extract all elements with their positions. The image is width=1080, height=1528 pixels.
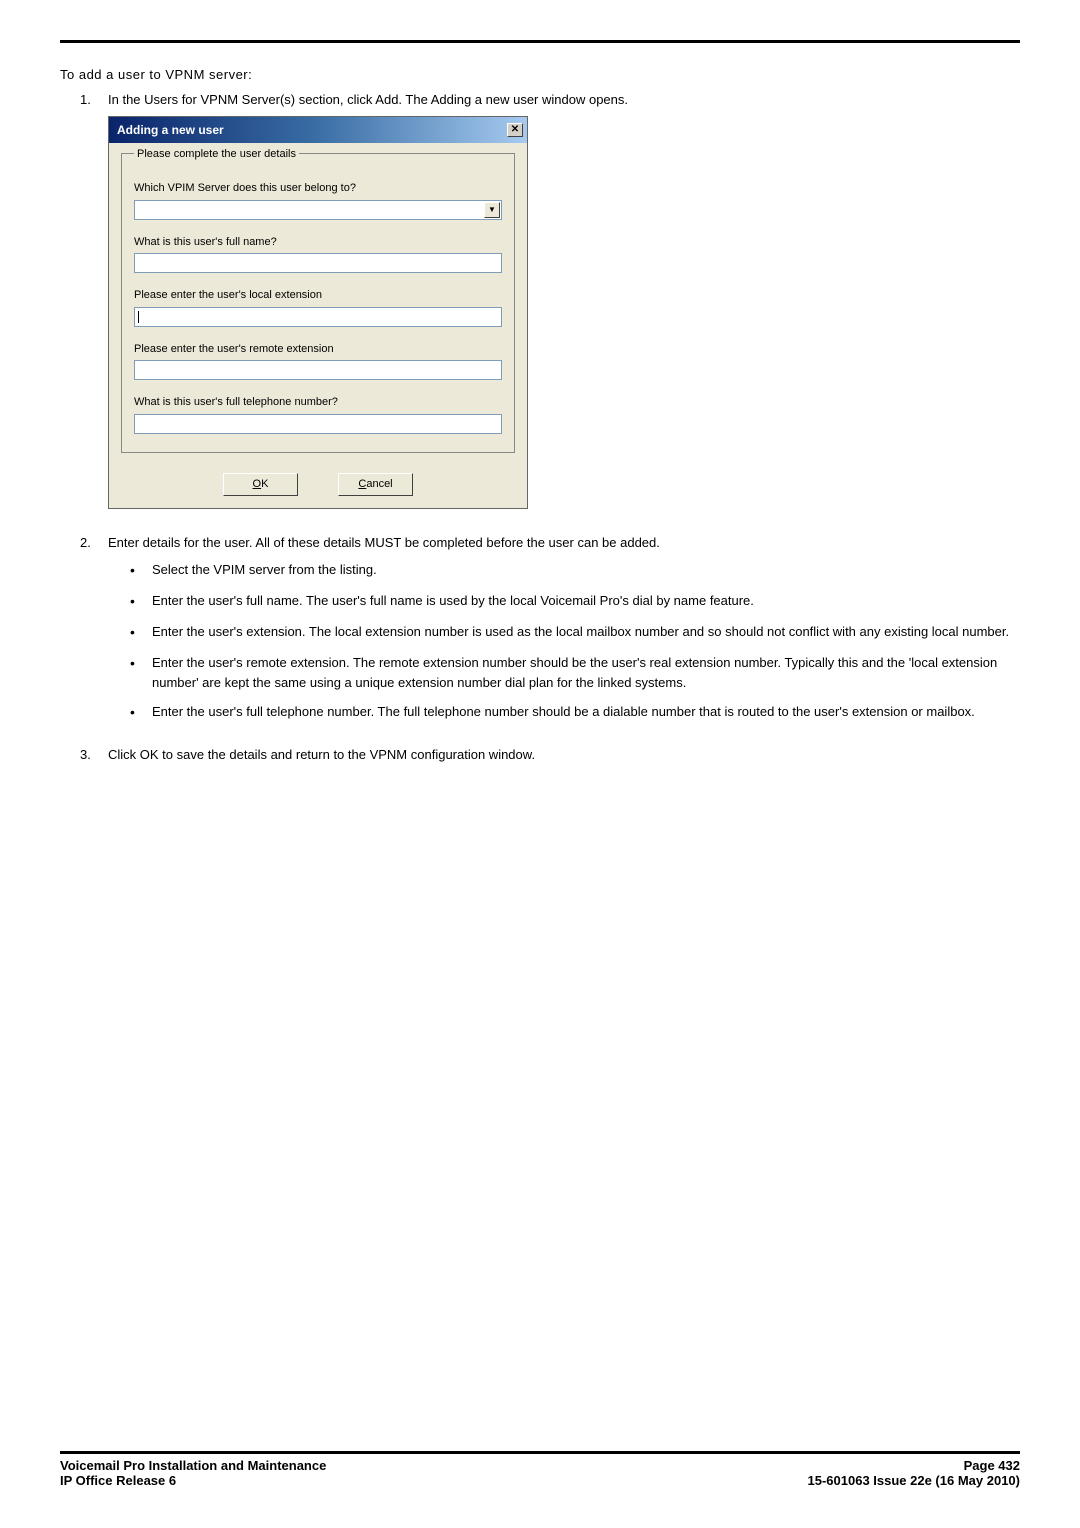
footer-doc-title: Voicemail Pro Installation and Maintenan… — [60, 1458, 326, 1473]
bullet-dot-icon: • — [130, 622, 152, 643]
close-icon[interactable]: ✕ — [507, 123, 523, 137]
chevron-down-icon[interactable]: ▼ — [484, 202, 500, 218]
dialog-title-bar[interactable]: Adding a new user ✕ — [109, 117, 527, 143]
footer-rule — [60, 1451, 1020, 1454]
step-3: 3. Click OK to save the details and retu… — [80, 745, 1020, 765]
bullet-item: •Enter the user's full name. The user's … — [130, 591, 1020, 612]
input-full-name[interactable] — [134, 253, 502, 273]
label-telephone: What is this user's full telephone numbe… — [134, 394, 502, 411]
label-full-name: What is this user's full name? — [134, 234, 502, 251]
numbered-list: 1. In the Users for VPNM Server(s) secti… — [80, 90, 1020, 765]
bullet-text: Enter the user's remote extension. The r… — [152, 653, 1020, 692]
dialog-button-row: OK Cancel — [109, 463, 527, 508]
step-2: 2. Enter details for the user. All of th… — [80, 533, 1020, 734]
input-telephone[interactable] — [134, 414, 502, 434]
dialog-screenshot: Adding a new user ✕ Please complete the … — [108, 116, 1020, 509]
step-1: 1. In the Users for VPNM Server(s) secti… — [80, 90, 1020, 521]
bullet-item: •Enter the user's remote extension. The … — [130, 653, 1020, 692]
user-details-fieldset: Please complete the user details Which V… — [121, 153, 515, 453]
bullet-text: Enter the user's extension. The local ex… — [152, 622, 1009, 643]
bullet-dot-icon: • — [130, 653, 152, 692]
label-remote-extension: Please enter the user's remote extension — [134, 341, 502, 358]
step-3-text: Click OK to save the details and return … — [108, 747, 535, 762]
bullet-dot-icon: • — [130, 702, 152, 723]
step-number: 2. — [80, 533, 108, 734]
bullet-item: •Select the VPIM server from the listing… — [130, 560, 1020, 581]
step-number: 3. — [80, 745, 108, 765]
input-local-extension[interactable] — [134, 307, 502, 327]
fieldset-legend: Please complete the user details — [134, 146, 299, 163]
step-2-bullets: •Select the VPIM server from the listing… — [130, 560, 1020, 723]
step-number: 1. — [80, 90, 108, 521]
intro-heading: To add a user to VPNM server: — [60, 67, 1020, 82]
bullet-text: Select the VPIM server from the listing. — [152, 560, 377, 581]
bullet-text: Enter the user's full telephone number. … — [152, 702, 975, 723]
bullet-text: Enter the user's full name. The user's f… — [152, 591, 754, 612]
label-local-extension: Please enter the user's local extension — [134, 287, 502, 304]
step-2-text: Enter details for the user. All of these… — [108, 535, 660, 550]
step-1-text: In the Users for VPNM Server(s) section,… — [108, 92, 628, 107]
dialog-title: Adding a new user — [117, 121, 224, 139]
footer-release: IP Office Release 6 — [60, 1473, 176, 1488]
label-vpim-server: Which VPIM Server does this user belong … — [134, 180, 502, 197]
ok-button[interactable]: OK — [223, 473, 298, 496]
footer-page-number: Page 432 — [964, 1458, 1020, 1473]
bullet-dot-icon: • — [130, 591, 152, 612]
text-cursor — [138, 311, 139, 323]
cancel-button[interactable]: Cancel — [338, 473, 413, 496]
footer-docid: 15-601063 Issue 22e (16 May 2010) — [808, 1473, 1021, 1488]
page-footer: Voicemail Pro Installation and Maintenan… — [60, 1451, 1020, 1488]
bullet-item: •Enter the user's full telephone number.… — [130, 702, 1020, 723]
top-rule — [60, 40, 1020, 43]
dialog-window: Adding a new user ✕ Please complete the … — [108, 116, 528, 509]
select-vpim-server[interactable]: ▼ — [134, 200, 502, 220]
bullet-item: •Enter the user's extension. The local e… — [130, 622, 1020, 643]
input-remote-extension[interactable] — [134, 360, 502, 380]
bullet-dot-icon: • — [130, 560, 152, 581]
